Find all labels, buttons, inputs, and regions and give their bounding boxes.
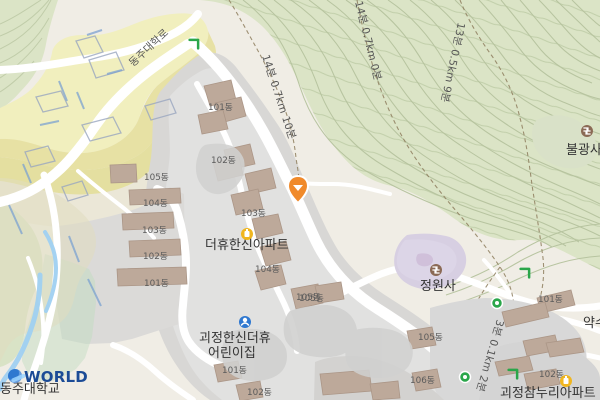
building-label-102-right: 102동 (539, 369, 564, 380)
building-label-104-left: 104동 (143, 198, 168, 209)
map-provider-logo: WORLD (8, 366, 106, 388)
map-background: 101동 102동 103동 104동 105동 105동 104동 103동 … (0, 0, 600, 400)
building-label-105-center: 105동 (299, 293, 324, 304)
bottom-right-marker-icon[interactable] (560, 375, 572, 387)
building-label-104-top: 104동 (255, 264, 280, 275)
building-label-105-left: 105동 (144, 172, 169, 183)
building-label-102-bottom: 102동 (247, 387, 272, 398)
building-label-105-bottom: 105동 (418, 332, 443, 343)
daycare-marker-icon[interactable] (239, 316, 251, 328)
building-label-102-top: 102동 (211, 155, 236, 166)
building-label-101-bottom: 101동 (222, 365, 247, 376)
globe-icon (8, 369, 22, 383)
building-label-101-top: 101동 (208, 102, 233, 113)
building-label-103-top: 103동 (241, 208, 266, 219)
bottom-right-apartment-label: 괴정참누리아파트 (500, 386, 596, 400)
building-label-102-left: 102동 (143, 251, 168, 262)
walk-end-icon[interactable] (458, 370, 472, 384)
walk-start-icon[interactable] (490, 296, 504, 310)
building-label-101-left: 101동 (144, 278, 169, 289)
right-temple-marker-icon[interactable] (581, 125, 593, 137)
building-label-101-right: 101동 (538, 294, 563, 305)
map-canvas[interactable]: 101동 102동 103동 104동 105동 105동 104동 103동 … (0, 0, 600, 400)
apartment-label: 더휴한신아파트 (205, 238, 289, 253)
apartment-marker-icon[interactable] (241, 228, 253, 240)
logo-text: WORLD (24, 368, 88, 386)
building-label-106-bottom: 106동 (410, 375, 435, 386)
temple-label: 정원사 (420, 279, 456, 294)
right-temple-label: 불광사 (566, 143, 600, 158)
pharmacy-label: 약수 (583, 316, 600, 331)
temple-marker-icon[interactable] (430, 264, 442, 276)
daycare-label-top: 괴정한신더휴 (199, 331, 271, 346)
daycare-label-bottom: 어린이집 (208, 346, 256, 361)
building-label-103-left: 103동 (142, 225, 167, 236)
